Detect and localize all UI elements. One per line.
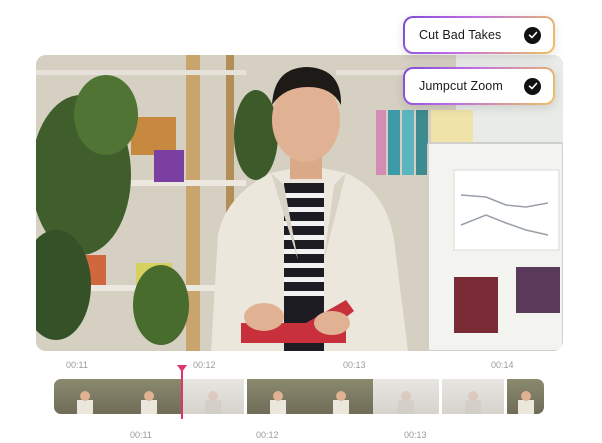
top-tick-label: 00:12 bbox=[193, 360, 216, 370]
clip-thumbnail[interactable] bbox=[309, 379, 373, 414]
clip-thumbnail[interactable] bbox=[54, 379, 116, 414]
bottom-tick-label: 00:12 bbox=[256, 430, 279, 440]
top-tick-label: 00:14 bbox=[491, 360, 514, 370]
timeline-clip-strip[interactable] bbox=[54, 379, 544, 414]
checkmark-icon bbox=[524, 77, 541, 95]
bottom-tick-label: 00:11 bbox=[130, 430, 152, 440]
cut-clip-thumbnail[interactable] bbox=[182, 379, 244, 414]
jumpcut-zoom-toggle[interactable]: Jumpcut Zoom bbox=[403, 67, 555, 105]
top-tick-label: 00:11 bbox=[66, 360, 88, 370]
cut-clip-thumbnail[interactable] bbox=[442, 379, 504, 414]
checkmark-icon bbox=[524, 26, 541, 44]
cut-clip-thumbnail[interactable] bbox=[373, 379, 439, 414]
top-tick-label: 00:13 bbox=[343, 360, 366, 370]
bottom-tick-label: 00:13 bbox=[404, 430, 427, 440]
clip-thumbnail[interactable] bbox=[507, 379, 544, 414]
cut-bad-takes-label: Cut Bad Takes bbox=[419, 28, 502, 42]
clip-thumbnail[interactable] bbox=[116, 379, 182, 414]
cut-bad-takes-toggle[interactable]: Cut Bad Takes bbox=[403, 16, 555, 54]
timeline-playhead[interactable] bbox=[181, 367, 183, 419]
clip-thumbnail[interactable] bbox=[247, 379, 309, 414]
jumpcut-zoom-label: Jumpcut Zoom bbox=[419, 79, 503, 93]
playhead-handle-icon[interactable] bbox=[177, 365, 187, 372]
